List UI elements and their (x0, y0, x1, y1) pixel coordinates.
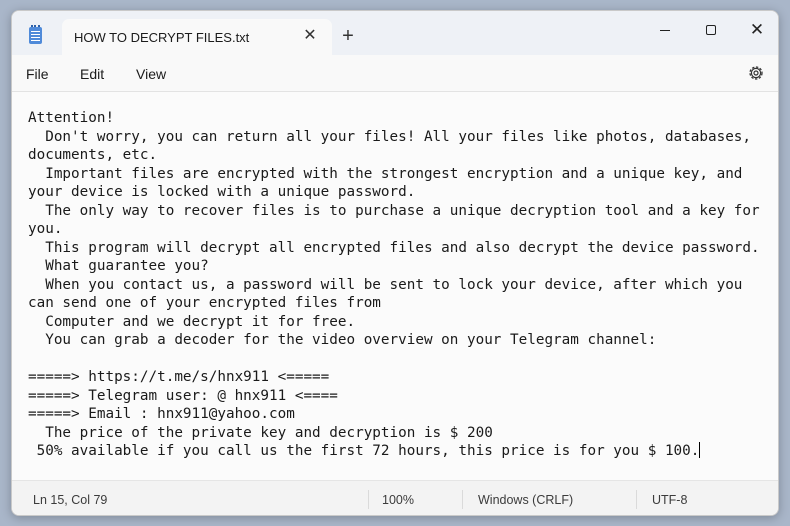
editor-line: This program will decrypt all encrypted … (28, 239, 760, 256)
tab-document[interactable]: HOW TO DECRYPT FILES.txt ✕ (62, 19, 332, 55)
editor-line: When you contact us, a password will be … (28, 276, 743, 293)
status-separator (462, 490, 463, 509)
editor-line: =====> Email : hnx911@yahoo.com (28, 406, 295, 422)
minimize-button[interactable] (642, 15, 688, 45)
text-caret (699, 442, 701, 458)
editor-content[interactable]: Attention! Don't worry, you can return a… (28, 109, 760, 461)
editor-line: Attention! (28, 110, 115, 126)
editor-line: What guarantee you? (28, 258, 209, 274)
editor-line: you. (28, 221, 63, 237)
editor-line: The only way to recover files is to purc… (28, 202, 760, 219)
status-separator (636, 490, 637, 509)
close-button[interactable]: ✕ (734, 15, 778, 45)
notepad-window: HOW TO DECRYPT FILES.txt ✕ + ✕ File Edit… (11, 10, 779, 516)
editor-line: your device is locked with a unique pass… (28, 184, 416, 200)
minimize-icon (660, 29, 670, 31)
cursor-position: Ln 15, Col 79 (33, 493, 108, 507)
maximize-icon (706, 25, 716, 36)
editor-line: Computer and we decrypt it for free. (28, 313, 356, 330)
editor-line: =====> Telegram user: @ hnx911 <==== (28, 387, 338, 404)
gear-icon (749, 66, 763, 80)
status-bar: Ln 15, Col 79 100% Windows (CRLF) UTF-8 (12, 480, 778, 515)
editor-line: Important files are encrypted with the s… (28, 165, 743, 182)
settings-button[interactable] (746, 63, 766, 83)
menu-view[interactable]: View (136, 66, 166, 82)
new-tab-button[interactable]: + (340, 26, 356, 46)
editor-line: The price of the private key and decrypt… (28, 424, 493, 441)
maximize-button[interactable] (688, 15, 734, 45)
editor-line: can send one of your encrypted files fro… (28, 295, 381, 311)
line-endings[interactable]: Windows (CRLF) (478, 493, 573, 507)
editor-line: Don't worry, you can return all your fil… (28, 128, 752, 145)
zoom-level[interactable]: 100% (382, 493, 414, 507)
encoding[interactable]: UTF-8 (652, 493, 687, 507)
tab-title: HOW TO DECRYPT FILES.txt (74, 30, 250, 45)
editor-line: You can grab a decoder for the video ove… (28, 332, 657, 348)
title-bar: HOW TO DECRYPT FILES.txt ✕ + ✕ (12, 11, 778, 55)
menu-edit[interactable]: Edit (80, 66, 104, 82)
tab-close-icon[interactable]: ✕ (302, 28, 318, 44)
editor-line: =====> https://t.me/s/hnx911 <===== (28, 369, 330, 385)
editor-line: 50% available if you call us the first 7… (28, 442, 701, 459)
notepad-icon (29, 25, 42, 44)
text-editor[interactable]: Attention! Don't worry, you can return a… (12, 92, 778, 480)
menu-file[interactable]: File (26, 66, 49, 82)
status-separator (368, 490, 369, 509)
menu-bar: File Edit View (12, 55, 778, 91)
editor-line: documents, etc. (28, 147, 158, 163)
